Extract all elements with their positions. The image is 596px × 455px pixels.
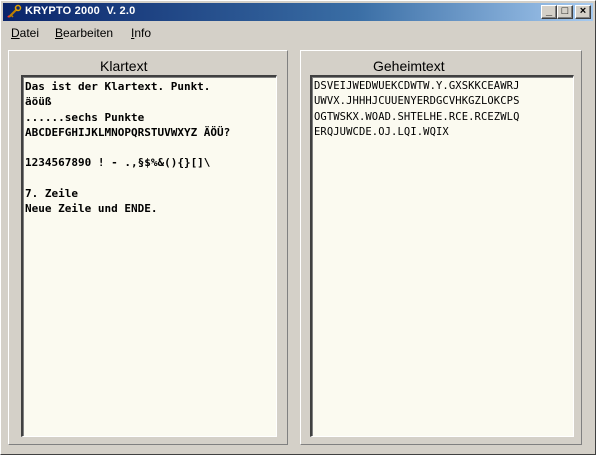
menu-info[interactable]: Info	[131, 26, 151, 40]
close-icon: ×	[579, 5, 587, 17]
geheimtext-line: DSVEIJWEDWUEKCDWTW.Y.GXSKKCEAWRJ	[314, 80, 520, 92]
maximize-button[interactable]: □	[557, 5, 573, 19]
geheimtext-memo[interactable]: DSVEIJWEDWUEKCDWTW.Y.GXSKKCEAWRJ UWVX.JH…	[310, 75, 574, 437]
window-title: KRYPTO 2000 V. 2.0	[25, 5, 136, 17]
klartext-line: äöüß	[25, 95, 52, 109]
klartext-line: 7. Zeile	[25, 187, 78, 201]
klartext-line	[25, 171, 274, 186]
minimize-icon: _	[545, 5, 553, 17]
geheimtext-title: Geheimtext	[370, 58, 448, 74]
geheimtext-line: UWVX.JHHHJCUUENYERDGCVHKGZLOKCPS	[314, 95, 520, 108]
main-window: KRYPTO 2000 V. 2.0 _ □ × Datei Bearbeite…	[0, 0, 596, 455]
title-bar[interactable]: KRYPTO 2000 V. 2.0 _ □ ×	[3, 3, 593, 21]
klartext-memo[interactable]: Das ist der Klartext. Punkt. äöüß ......…	[21, 75, 277, 437]
key-icon[interactable]	[6, 4, 22, 20]
close-button[interactable]: ×	[575, 5, 591, 19]
klartext-line: ABCDEFGHIJKLMNOPQRSTUVWXYZ ÄÖÜ?	[25, 125, 231, 139]
klartext-line: ......sechs Punkte	[25, 110, 145, 124]
klartext-title: Klartext	[97, 58, 151, 74]
maximize-icon: □	[561, 5, 569, 17]
menu-datei[interactable]: Datei	[11, 26, 39, 40]
klartext-line: Neue Zeile und ENDE.	[25, 202, 158, 216]
klartext-line	[25, 140, 274, 155]
geheimtext-line: OGTWSKX.WOAD.SHTELHE.RCE.RCEZWLQ	[314, 110, 520, 123]
menu-bar: Datei Bearbeiten Info	[3, 23, 593, 43]
klartext-line: 1234567890 ! - .,§$%&(){}[]\	[25, 156, 211, 170]
menu-bearbeiten[interactable]: Bearbeiten	[55, 26, 113, 40]
klartext-line: Das ist der Klartext. Punkt.	[25, 80, 211, 93]
minimize-button[interactable]: _	[541, 5, 557, 19]
geheimtext-line: ERQJUWCDE.OJ.LQI.WQIX	[314, 125, 449, 138]
